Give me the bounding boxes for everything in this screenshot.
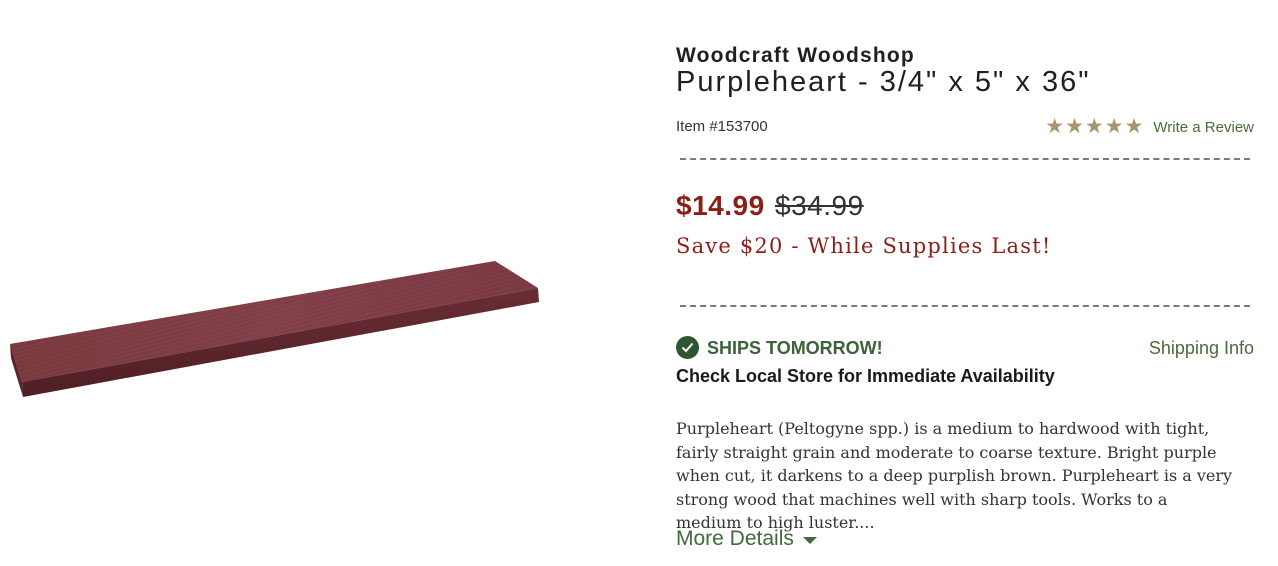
shipping-row: SHIPS TOMORROW! Shipping Info xyxy=(676,336,1254,360)
star-rating[interactable]: ★ ★ ★ ★ ★ xyxy=(1045,116,1143,138)
sale-price: $14.99 xyxy=(676,190,765,221)
caret-down-icon[interactable] xyxy=(802,537,817,544)
ships-status: SHIPS TOMORROW! xyxy=(707,338,883,358)
brand-name: Woodcraft Woodshop xyxy=(676,44,915,67)
write-review-link[interactable]: Write a Review xyxy=(1153,119,1254,136)
star-icon: ★ xyxy=(1065,115,1084,138)
rating-block: ★ ★ ★ ★ ★ Write a Review xyxy=(1045,116,1254,138)
shipping-info-link[interactable]: Shipping Info xyxy=(1149,338,1254,359)
purpleheart-board-image xyxy=(10,261,539,397)
star-icon: ★ xyxy=(1124,115,1144,138)
product-image xyxy=(0,0,560,561)
star-icon: ★ xyxy=(1104,115,1124,138)
item-number: Item #153700 xyxy=(676,118,768,135)
section-divider xyxy=(680,305,1250,307)
local-store-availability: Check Local Store for Immediate Availabi… xyxy=(676,366,1055,386)
star-icon: ★ xyxy=(1045,115,1065,138)
more-details-toggle[interactable]: More Details xyxy=(676,527,817,551)
product-info-panel: Woodcraft Woodshop Purpleheart - 3/4" x … xyxy=(676,0,1254,561)
original-price: $34.99 xyxy=(775,190,864,221)
product-description: Purpleheart (Peltogyne spp.) is a medium… xyxy=(676,419,1233,532)
star-icon: ★ xyxy=(1084,115,1104,138)
section-divider xyxy=(680,158,1250,160)
more-details-label[interactable]: More Details xyxy=(676,527,794,551)
product-title: Purpleheart - 3/4" x 5" x 36" xyxy=(676,66,1091,98)
check-circle-icon xyxy=(676,336,699,359)
savings-message: Save $20 - While Supplies Last! xyxy=(676,234,1052,258)
